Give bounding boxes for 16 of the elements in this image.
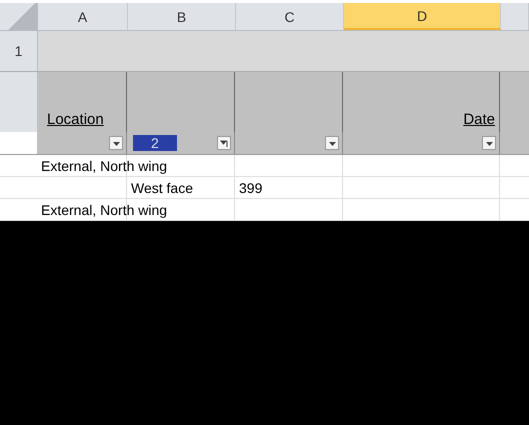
table-cell: 399	[239, 180, 262, 196]
sort-icon	[220, 138, 228, 148]
row-number: 1	[0, 31, 38, 71]
header-cell: Location	[47, 111, 104, 128]
column-header[interactable]: D	[344, 3, 501, 30]
table-cell: External, North wing	[41, 202, 168, 218]
table-cell: West face	[131, 180, 193, 196]
table-cell: 2	[133, 135, 177, 151]
column-header[interactable]: A	[38, 3, 128, 30]
column-header[interactable]: B	[128, 3, 236, 30]
filter-dropdown-button[interactable]	[325, 136, 339, 150]
header-cell: Date	[463, 111, 495, 128]
table-cell: External, North wing	[41, 158, 168, 174]
sort-filter-button[interactable]	[217, 136, 231, 150]
filter-dropdown-button[interactable]	[482, 136, 496, 150]
filter-dropdown-button[interactable]	[109, 136, 123, 150]
